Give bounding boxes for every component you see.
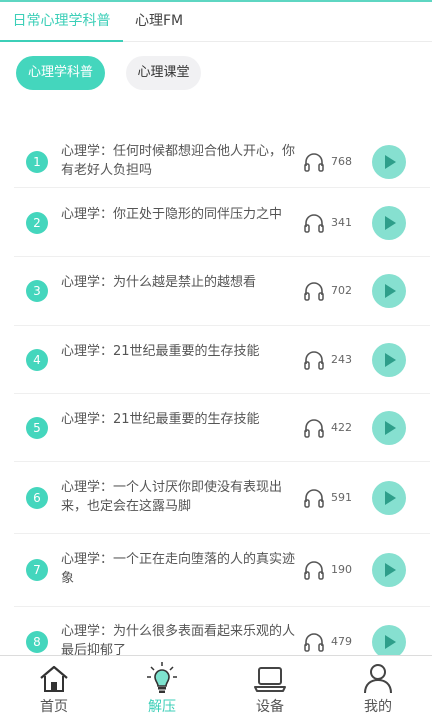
nav-device[interactable]: 设备 — [216, 656, 324, 720]
item-number-badge: 3 — [26, 280, 48, 302]
tab-psychology-fm[interactable]: 心理FM — [135, 2, 183, 42]
item-title: 心理学：21世纪最重要的生存技能 — [61, 412, 260, 427]
tab-daily-psychology[interactable]: 日常心理学科普 — [0, 2, 123, 42]
item-title: 心理学：一个人讨厌你即使没有表现出来，也定会在这露马脚 — [61, 480, 283, 514]
top-tab-bar: 日常心理学科普 心理FM — [0, 2, 432, 42]
play-button[interactable] — [372, 481, 406, 515]
nav-mine[interactable]: 我的 — [324, 656, 432, 720]
headphones-icon — [304, 419, 324, 438]
item-title: 心理学：21世纪最重要的生存技能 — [61, 344, 260, 359]
item-number-badge: 6 — [26, 487, 48, 509]
list-item[interactable]: 6 心理学：一个人讨厌你即使没有表现出来，也定会在这露马脚 591 — [14, 462, 430, 534]
lightbulb-icon — [147, 662, 177, 693]
headphones-icon — [304, 633, 324, 652]
item-number-badge: 4 — [26, 349, 48, 371]
nav-relax[interactable]: 解压 — [108, 656, 216, 720]
person-icon — [364, 664, 392, 694]
list-item[interactable]: 3 心理学：为什么越是禁止的越想看 702 — [14, 257, 430, 326]
headphones-icon — [304, 282, 324, 301]
item-number-badge: 8 — [26, 631, 48, 653]
play-count: 479 — [331, 635, 352, 648]
item-number-badge: 1 — [26, 151, 48, 173]
nav-home[interactable]: 首页 — [0, 656, 108, 720]
item-number-badge: 2 — [26, 212, 48, 234]
list-item[interactable]: 2 心理学：你正处于隐形的同伴压力之中 341 — [14, 189, 430, 257]
chip-psychology-science[interactable]: 心理学科普 — [16, 56, 105, 90]
headphones-icon — [304, 489, 324, 508]
list-item[interactable]: 5 心理学：21世纪最重要的生存技能 422 — [14, 394, 430, 462]
list-item[interactable]: 4 心理学：21世纪最重要的生存技能 243 — [14, 326, 430, 394]
item-title: 心理学：为什么很多表面看起来乐观的人最后抑郁了 — [61, 624, 296, 655]
play-button[interactable] — [372, 553, 406, 587]
nav-label: 首页 — [40, 699, 68, 715]
play-button[interactable] — [372, 343, 406, 377]
headphones-icon — [304, 153, 324, 172]
play-count: 768 — [331, 155, 352, 168]
item-number-badge: 7 — [26, 559, 48, 581]
home-icon — [40, 665, 68, 692]
laptop-icon — [254, 667, 286, 692]
nav-label: 解压 — [148, 699, 176, 715]
headphones-icon — [304, 561, 324, 580]
headphones-icon — [304, 351, 324, 370]
headphones-icon — [304, 214, 324, 233]
item-title: 心理学：一个正在走向堕落的人的真实迹象 — [61, 552, 296, 586]
play-count: 243 — [331, 353, 352, 366]
nav-label: 设备 — [256, 699, 284, 715]
play-count: 190 — [331, 563, 352, 576]
play-count: 422 — [331, 421, 352, 434]
item-title: 心理学：你正处于隐形的同伴压力之中 — [61, 207, 283, 222]
play-button[interactable] — [372, 411, 406, 445]
play-count: 702 — [331, 284, 352, 297]
list-item[interactable]: 7 心理学：一个正在走向堕落的人的真实迹象 190 — [14, 534, 430, 607]
item-title: 心理学：任何时候都想迎合他人开心，你有老好人负担吗 — [61, 144, 296, 178]
play-button[interactable] — [372, 206, 406, 240]
play-button[interactable] — [372, 625, 406, 659]
nav-label: 我的 — [364, 699, 392, 715]
play-button[interactable] — [372, 145, 406, 179]
play-count: 591 — [331, 491, 352, 504]
list-item[interactable]: 1 心理学：任何时候都想迎合他人开心，你有老好人负担吗 768 — [14, 128, 430, 188]
bottom-nav-bar: 首页 解压 设备 我的 — [0, 655, 432, 720]
play-button[interactable] — [372, 274, 406, 308]
play-count: 341 — [331, 216, 352, 229]
chip-psychology-class[interactable]: 心理课堂 — [126, 56, 201, 90]
item-number-badge: 5 — [26, 417, 48, 439]
item-title: 心理学：为什么越是禁止的越想看 — [61, 275, 257, 290]
